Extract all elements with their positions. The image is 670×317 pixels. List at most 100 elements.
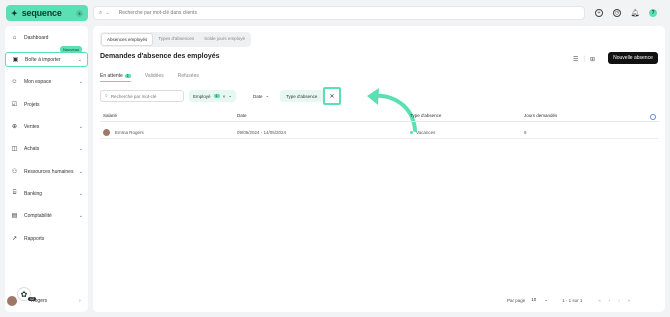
sidebar-item-label: Ressources humaines (24, 168, 74, 175)
per-page-select[interactable]: 10 ⌄ (531, 297, 548, 303)
count-badge: 1 (124, 74, 131, 78)
tab-employee-balance[interactable]: Solde jours employé (199, 33, 250, 46)
column-header[interactable]: Salarié (103, 113, 117, 118)
date-filter-chip[interactable]: Date ⌄ (249, 90, 273, 102)
brand-logo[interactable]: ✦ sequence $ (6, 5, 88, 21)
tab-validated[interactable]: Validées (145, 73, 164, 82)
search-input[interactable] (118, 10, 519, 16)
close-icon[interactable]: × (223, 94, 226, 99)
sidebar-item-label: Dashboard (24, 34, 49, 41)
chevron-right-icon: › (79, 298, 81, 304)
absence-type-label: Vacances (416, 130, 436, 135)
logo-icon: ✦ (11, 8, 18, 18)
chevron-down-icon: ⌄ (78, 123, 83, 130)
table-row[interactable]: Emma Rogers 09/05/2024 - 14/05/2024 Vaca… (100, 126, 659, 139)
per-page-value: 10 (531, 297, 537, 302)
avatar (7, 296, 17, 306)
sidebar-item-reports[interactable]: ↗ Rapports (5, 231, 88, 246)
count-badge: 1 (213, 94, 220, 98)
search-icon: ⌕ (99, 9, 103, 16)
chevron-down-icon: ⌄ (265, 93, 270, 98)
sidebar-item-accounting[interactable]: ▤ Comptabilité ⌄ (5, 208, 88, 223)
absence-dates: 09/05/2024 - 14/05/2024 (237, 130, 287, 135)
chevron-down-icon: ⌄ (78, 78, 83, 85)
segment-tabs: Absences employés Types d'absences Solde… (100, 32, 251, 47)
list-view-icon[interactable]: ☰ (573, 56, 578, 63)
column-header[interactable]: Jours demandés (524, 113, 557, 118)
tab-refused[interactable]: Refusées (178, 73, 199, 82)
add-icon[interactable]: + (595, 9, 603, 17)
tab-label: En attente (100, 73, 123, 79)
bank-icon: ⌸ (12, 190, 17, 196)
filter-search[interactable]: ⌕ (100, 90, 184, 102)
per-page-label: Par page (507, 297, 526, 303)
days-requested: 6 (524, 130, 527, 135)
chevron-down-icon[interactable]: ⌄ (105, 10, 109, 16)
sidebar-item-my-space[interactable]: ☺ Mon espace ⌄ (5, 74, 88, 89)
bag-icon: ◫ (11, 146, 18, 152)
prev-page-icon[interactable]: ‹ (609, 298, 611, 303)
sidebar-item-inbox[interactable]: ▣ Boîte à importer ⌄ (5, 52, 88, 67)
sidebar-item-label: Mon espace (24, 78, 52, 85)
currency-badge[interactable]: $ (76, 9, 83, 17)
new-absence-button[interactable]: Nouvelle absence (608, 52, 658, 64)
table-header: Salarié Date Type d'absence Jours demand… (100, 110, 659, 122)
sidebar-item-sales[interactable]: ⊕ Ventes ⌄ (5, 119, 88, 134)
tab-employee-absences[interactable]: Absences employés (101, 33, 154, 46)
clock-icon[interactable]: ◷ (613, 9, 621, 17)
settings-icon[interactable] (650, 114, 656, 120)
sidebar-item-label: Rapports (24, 235, 45, 242)
close-icon: ✕ (329, 93, 335, 100)
chip-label: Employé (193, 93, 211, 99)
top-actions: + ◷ 🔔︎ ? (595, 9, 657, 17)
chevron-down-icon: ⌄ (77, 56, 82, 63)
chevron-down-icon: ⌄ (78, 168, 83, 175)
sidebar-item-projects[interactable]: ☑ Projets (5, 97, 88, 112)
notification-count: 12 (28, 297, 36, 301)
bell-icon[interactable]: 🔔︎ (631, 9, 640, 17)
check-square-icon: ☑ (11, 102, 18, 108)
filter-search-input[interactable] (110, 93, 181, 99)
column-header[interactable]: Date (237, 113, 247, 118)
user-space-icon: ☺ (11, 78, 18, 85)
main-panel: Absences employés Types d'absences Solde… (93, 26, 665, 312)
view-switcher: ☰ | ⊞ (573, 56, 595, 63)
sidebar-item-purchases[interactable]: ◫ Achats ⌄ (5, 141, 88, 156)
sidebar-item-banking[interactable]: ⌸ Banking ⌄ (5, 186, 88, 201)
sidebar-item-dashboard[interactable]: ⌂ Dashboard (5, 30, 88, 45)
brand-name: sequence (21, 8, 62, 18)
global-search[interactable]: ⌕ ⌄ (93, 6, 585, 20)
page-range: 1 - 1 sur 1 (562, 297, 583, 303)
first-page-icon[interactable]: « (598, 298, 601, 303)
people-icon: ⚇ (11, 169, 18, 175)
employee-name: Emma Rogers (115, 130, 144, 135)
tab-absence-types[interactable]: Types d'absences (153, 33, 199, 46)
grid-view-icon[interactable]: ⊞ (590, 56, 595, 63)
help-icon[interactable]: ? (649, 9, 657, 17)
absence-type: Vacances (410, 130, 435, 135)
column-header[interactable]: Type d'absence (410, 113, 441, 118)
sidebar-item-label: Projets (24, 101, 40, 108)
sidebar-item-label: Achats (24, 145, 40, 152)
sidebar-item-label: Banking (24, 190, 43, 197)
sidebar-item-label: Boîte à importer (25, 56, 61, 63)
next-page-icon[interactable]: › (618, 298, 620, 303)
tab-pending[interactable]: En attente 1 (100, 73, 131, 82)
new-badge: Nouveau (60, 46, 83, 53)
divider: | (583, 56, 585, 62)
chevron-down-icon: ⌄ (78, 145, 83, 152)
clear-filter-button[interactable]: ✕ (323, 87, 341, 105)
home-icon: ⌂ (12, 34, 17, 41)
sidebar-item-label: Ventes (24, 123, 40, 130)
chart-icon: ↗ (11, 236, 18, 242)
chevron-down-icon: ⌄ (78, 190, 83, 197)
pagination: Par page 10 ⌄ 1 - 1 sur 1 « ‹ › » (507, 297, 630, 303)
ledger-icon: ▤ (11, 213, 18, 219)
chevron-down-icon[interactable]: ⌄ (228, 93, 232, 99)
last-page-icon[interactable]: » (628, 298, 631, 303)
status-dot (410, 131, 413, 135)
sidebar-item-label: Comptabilité (24, 212, 52, 219)
chip-label: Date (253, 93, 263, 99)
employee-filter-chip[interactable]: Employé 1 × ⌄ (189, 90, 237, 102)
sidebar-item-hr[interactable]: ⚇ Ressources humaines ⌄ (5, 164, 88, 179)
